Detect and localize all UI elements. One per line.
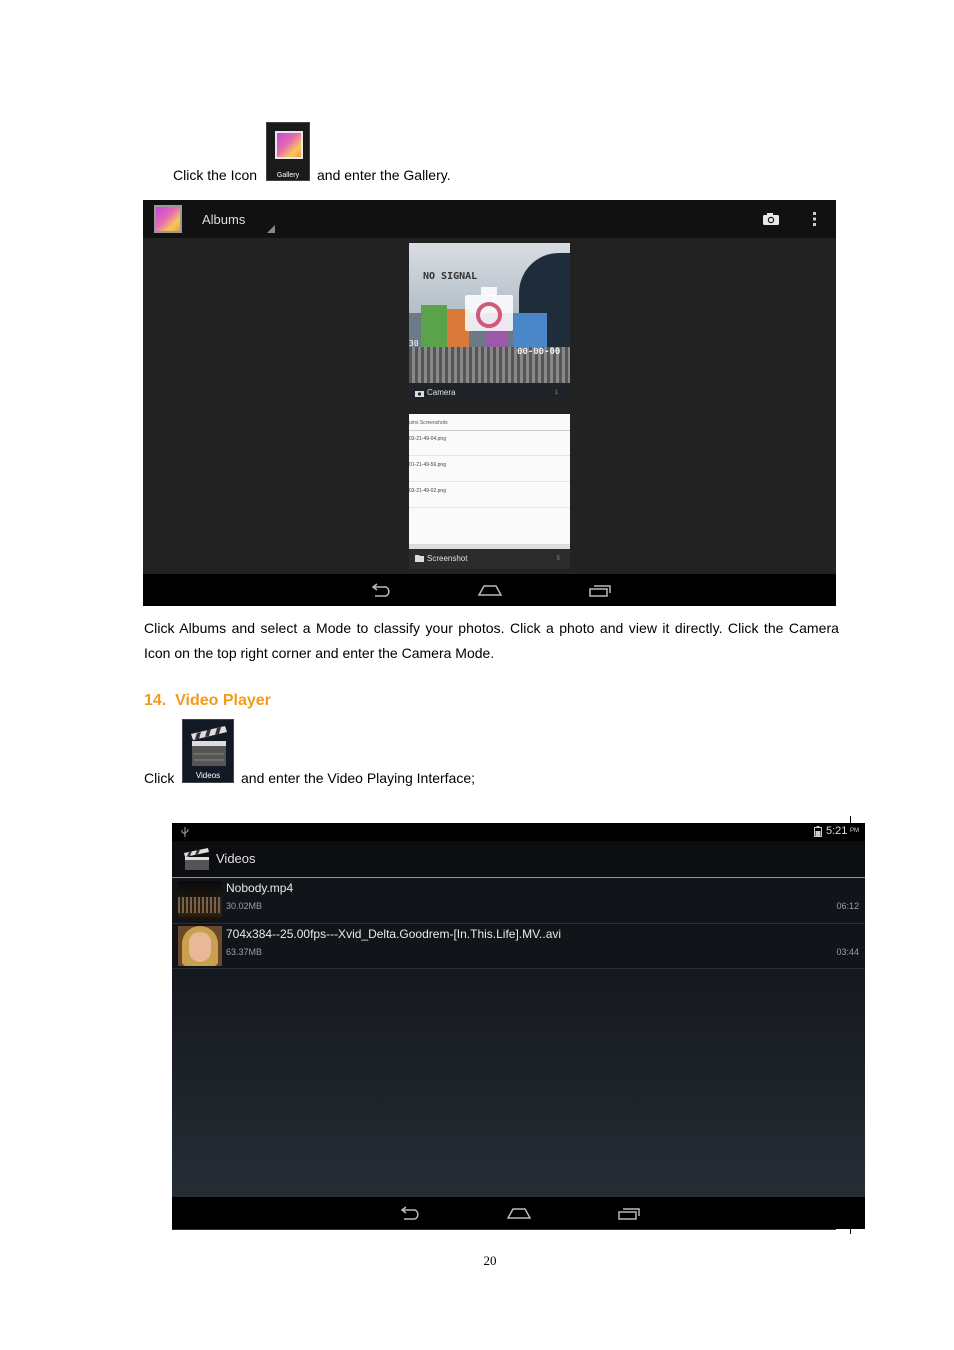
video-duration: 06:12 [836, 901, 859, 911]
home-icon[interactable] [506, 1206, 532, 1220]
album-screenshot-caption: Screenshot 5 [409, 549, 570, 569]
gallery-desc-line1: Click Albums and select a Mode to classi… [144, 620, 839, 636]
recent-apps-icon[interactable] [617, 1206, 641, 1220]
gallery-screenshot: Albums NO SIGNAL 30 00-00-00 Camera 1 um… [143, 200, 836, 606]
video-duration: 03:44 [836, 947, 859, 957]
camera-overlay-lens-icon [476, 302, 502, 328]
home-icon[interactable] [477, 583, 503, 597]
video-intro-before: Click [144, 770, 175, 786]
album-screenshot-count: 5 [556, 556, 560, 562]
status-time: 5:21 [826, 825, 848, 837]
usb-icon [181, 827, 189, 837]
folder-icon [415, 555, 424, 562]
back-icon[interactable] [397, 1206, 421, 1222]
gallery-intro-before: Click the Icon [173, 167, 258, 183]
camera-thumb-sign: NO SIGNAL [423, 271, 478, 282]
thumb-face [189, 932, 211, 962]
screenshot-thumb-breadcrumb: ums Screenshots [409, 417, 570, 431]
page-number: 20 [483, 1253, 497, 1268]
video-title: 704x384--25.00fps---Xvid_Delta.Goodrem-[… [226, 927, 562, 941]
screenshot-thumb-rule [409, 455, 570, 456]
screenshot-thumb-file: 03-21-49-04.png [409, 436, 446, 442]
screenshot-thumb-rule [409, 481, 570, 482]
album-camera-name: Camera [427, 388, 456, 397]
videos-logo-icon[interactable] [183, 847, 211, 871]
gallery-action-bar: Albums [143, 200, 836, 238]
overflow-menu-icon[interactable] [812, 211, 818, 227]
videos-app-icon: Videos [182, 719, 234, 783]
color-bar-blue [513, 313, 547, 347]
video-size: 63.37MB [226, 947, 263, 957]
gallery-intro-after: and enter the Gallery. [317, 167, 451, 183]
album-camera-caption: Camera 1 [409, 383, 570, 403]
screenshot-thumb-file: 03-21-49-02.png [409, 488, 446, 494]
album-camera-count: 1 [554, 390, 558, 396]
videos-icon-label: Videos [195, 771, 221, 780]
video-nav-bar [172, 1197, 865, 1229]
videos-title: Videos [216, 851, 256, 866]
album-camera[interactable]: NO SIGNAL 30 00-00-00 Camera 1 [409, 243, 570, 403]
video-thumbnail-portrait [178, 926, 222, 966]
gallery-app-icon-small[interactable] [154, 205, 182, 233]
album-screenshot[interactable]: ums Screenshots 03-21-49-04.png 01-21-49… [409, 414, 570, 569]
battery-icon [814, 826, 822, 837]
video-action-bar: Videos [172, 841, 865, 879]
status-bar: 5:21 PM [172, 823, 865, 841]
gallery-app-icon: Gallery [266, 122, 310, 181]
section-heading: 14. Video Player [144, 692, 271, 709]
camera-thumb-code: 00-00-00 [517, 347, 561, 357]
screenshot-thumb-file: 01-21-49-56.png [409, 462, 446, 468]
back-icon[interactable] [368, 583, 392, 599]
camera-thumb-side: 30 [409, 339, 419, 348]
recent-apps-icon[interactable] [588, 583, 612, 597]
gallery-desc-line2: Icon on the top right corner and enter t… [144, 645, 495, 661]
camera-icon[interactable] [762, 212, 780, 226]
dropdown-corner-icon [267, 225, 275, 233]
gallery-icon-label: Gallery [276, 172, 300, 179]
album-screenshot-name: Screenshot [427, 554, 468, 563]
video-thumbnail-concert [178, 881, 222, 919]
video-list-item[interactable]: Nobody.mp4 30.02MB 06:12 [172, 878, 865, 924]
video-list-item[interactable]: 704x384--25.00fps---Xvid_Delta.Goodrem-[… [172, 924, 865, 969]
video-size: 30.02MB [226, 901, 263, 911]
video-screenshot: 5:21 PM Videos Nobody.mp4 30.02MB 06:12 … [172, 823, 865, 1229]
clapperboard-icon [191, 726, 227, 766]
album-camera-caption-icon [415, 391, 424, 397]
status-ampm: PM [850, 828, 859, 834]
gallery-nav-bar [143, 574, 836, 606]
gallery-picture-icon [275, 131, 303, 159]
video-title: Nobody.mp4 [226, 881, 294, 895]
screenshot-thumb-rule [409, 507, 570, 508]
crop-mark-bottom [172, 1229, 836, 1230]
color-bar-green [421, 305, 447, 347]
thumb-crowd [178, 897, 222, 913]
albums-dropdown[interactable]: Albums [202, 212, 245, 227]
camera-overlay-hump [481, 287, 497, 296]
video-intro-after: and enter the Video Playing Interface; [241, 770, 476, 786]
